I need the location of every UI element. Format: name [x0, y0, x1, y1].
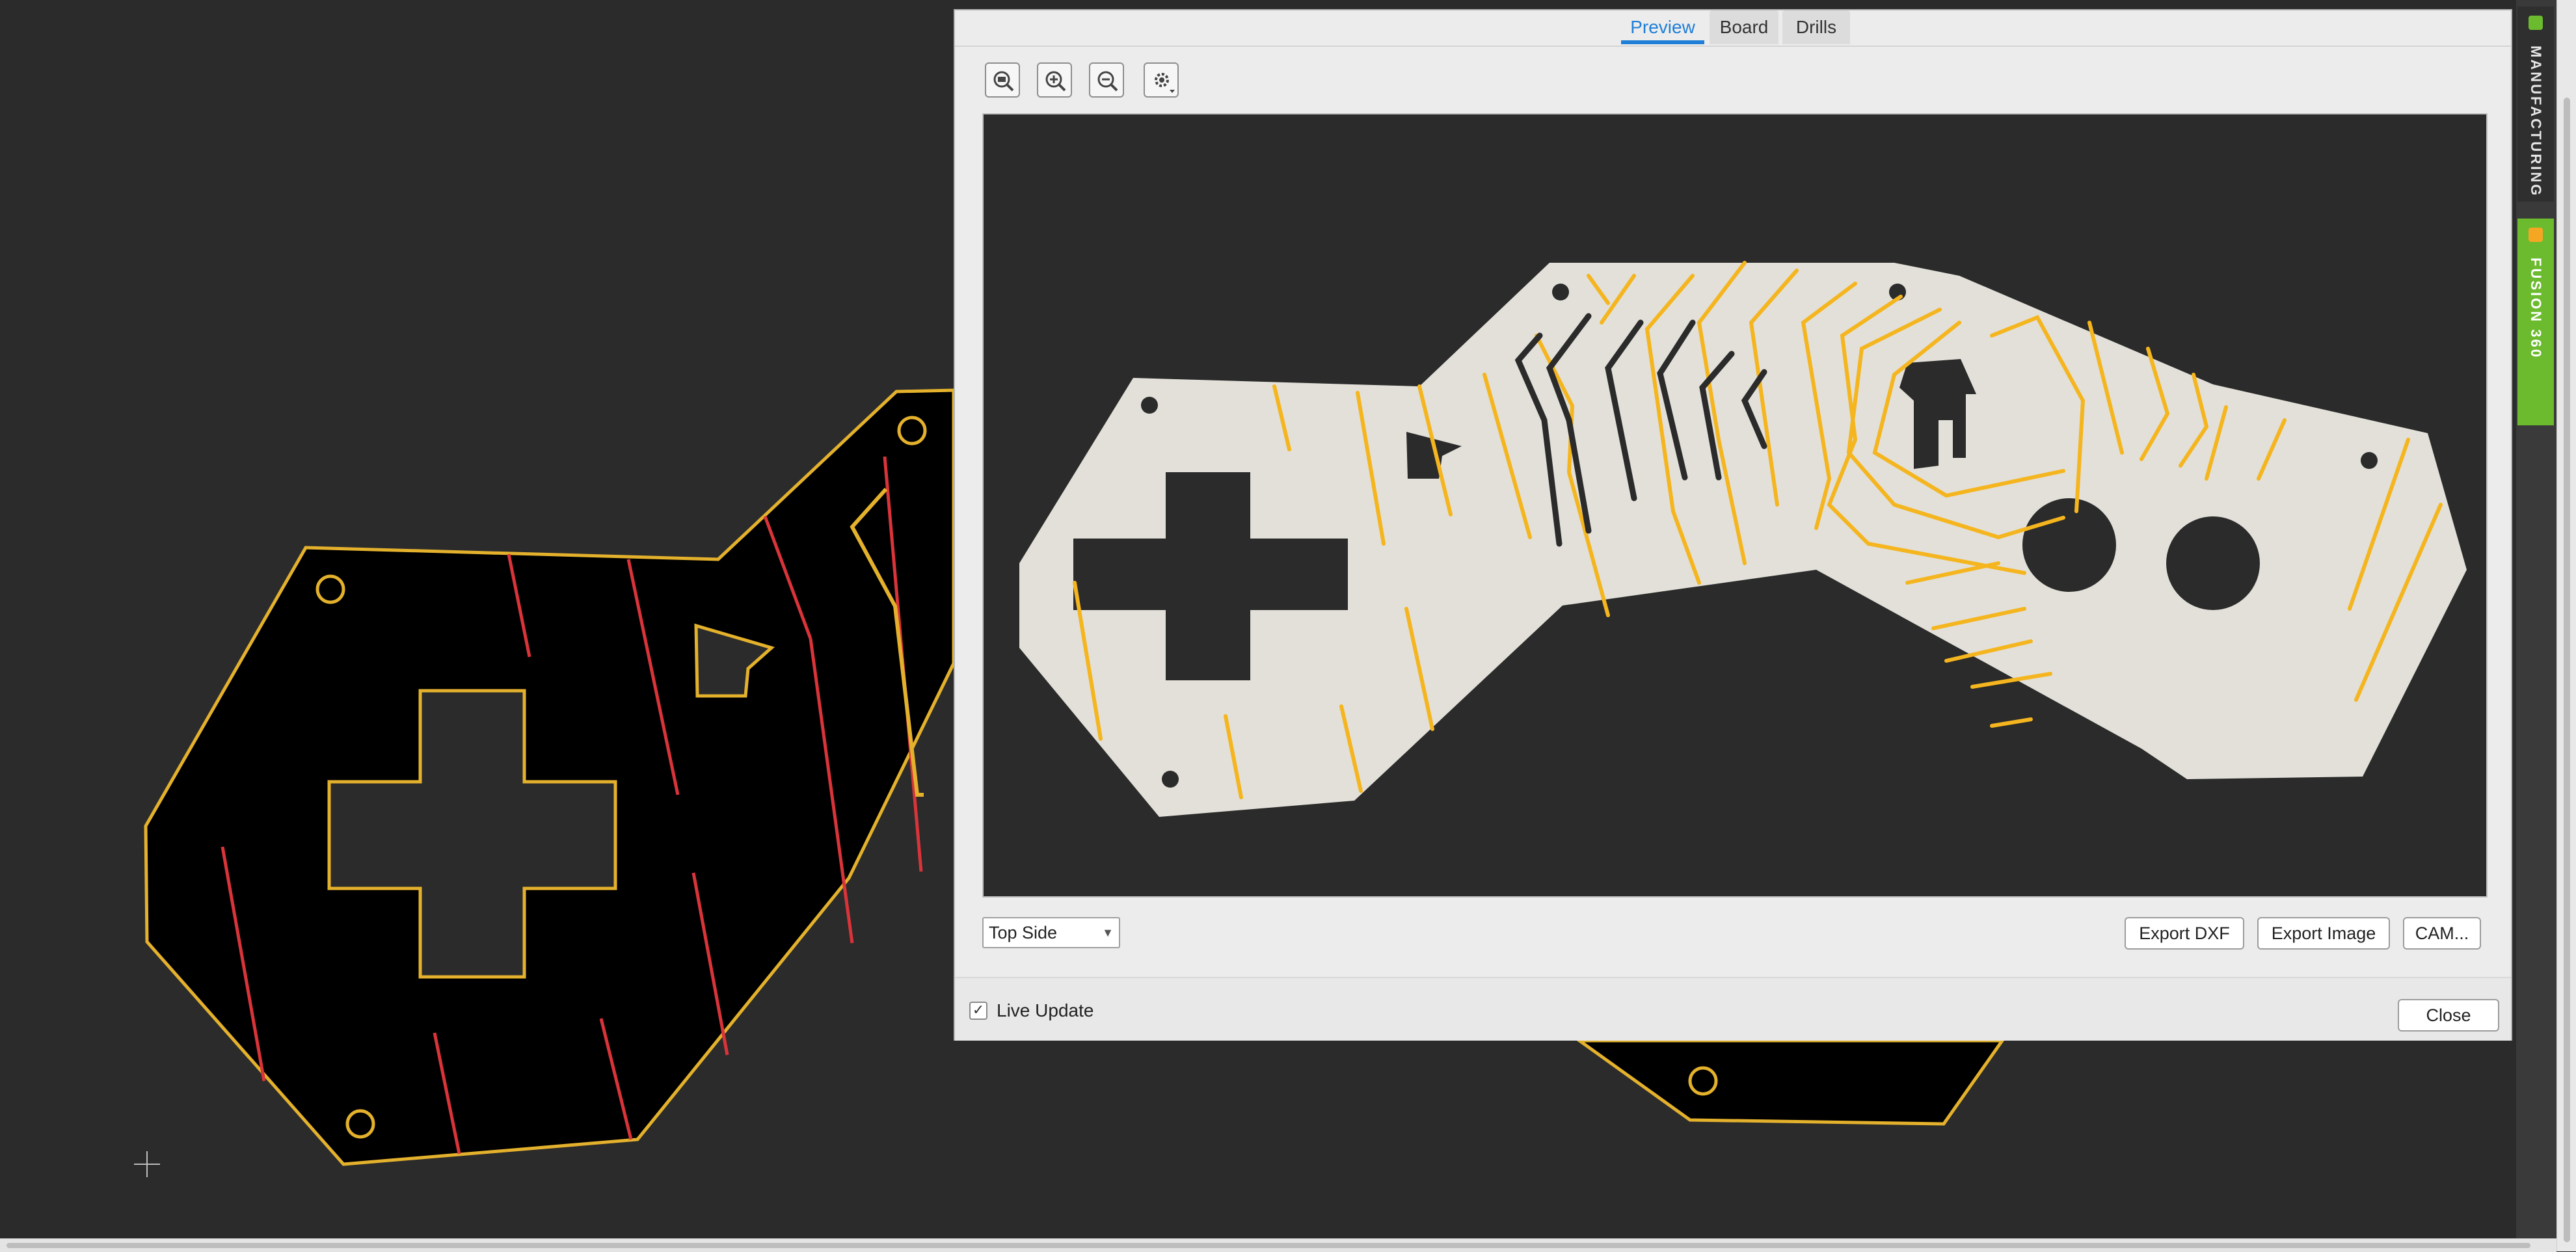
manufacturing-preview-dialog: Preview Board Drills Top Side ▼ Export D…	[954, 9, 2512, 1041]
tab-board[interactable]: Board	[1710, 10, 1778, 44]
horizontal-scrollbar[interactable]	[0, 1238, 2556, 1252]
manufacturing-side-tab[interactable]: MANUFACTURING	[2517, 7, 2554, 202]
dialog-tab-bar: Preview Board Drills	[955, 10, 2511, 47]
live-update-checkbox[interactable]: ✓	[969, 1002, 987, 1020]
zoom-fit-button[interactable]	[985, 62, 1020, 98]
manufacturing-icon	[2529, 16, 2543, 30]
board-lower-piece	[1574, 1039, 2006, 1126]
export-dxf-button[interactable]: Export DXF	[2125, 917, 2244, 950]
dropdown-arrow-icon: ▼	[1102, 926, 1114, 939]
crosshair-cursor	[134, 1151, 160, 1177]
fusion-360-side-tab[interactable]: FUSION 360	[2517, 219, 2554, 425]
side-select[interactable]: Top Side ▼	[982, 917, 1120, 948]
cam-button[interactable]: CAM...	[2403, 917, 2481, 950]
dialog-footer: ✓ Live Update Close	[955, 977, 2511, 1041]
live-update-label: Live Update	[997, 1000, 1094, 1020]
horizontal-scroll-thumb[interactable]	[7, 1243, 2530, 1248]
export-image-button[interactable]: Export Image	[2257, 917, 2390, 950]
zoom-fit-icon	[993, 71, 1014, 92]
tab-preview[interactable]: Preview	[1621, 10, 1704, 44]
vertical-scrollbar[interactable]	[2556, 0, 2576, 1251]
zoom-in-button[interactable]	[1037, 62, 1072, 98]
fusion-360-icon	[2529, 228, 2543, 242]
settings-icon	[1155, 73, 1175, 93]
pcb-preview-canvas[interactable]	[982, 113, 2488, 898]
close-button[interactable]: Close	[2398, 999, 2499, 1032]
pcb-preview-render	[1019, 261, 2467, 817]
fusion-360-tab-label: FUSION 360	[2528, 258, 2544, 359]
settings-button[interactable]	[1144, 62, 1179, 98]
zoom-out-button[interactable]	[1089, 62, 1124, 98]
board-outline	[144, 388, 956, 1166]
vertical-scroll-thumb[interactable]	[2564, 98, 2570, 1242]
manufacturing-tab-label: MANUFACTURING	[2528, 46, 2544, 198]
preview-button-hole	[2166, 516, 2260, 610]
zoom-out-icon	[1097, 71, 1118, 92]
zoom-in-icon	[1045, 71, 1066, 92]
tab-drills[interactable]: Drills	[1782, 10, 1850, 44]
side-select-value: Top Side	[989, 923, 1058, 942]
preview-button-hole	[2022, 498, 2116, 592]
